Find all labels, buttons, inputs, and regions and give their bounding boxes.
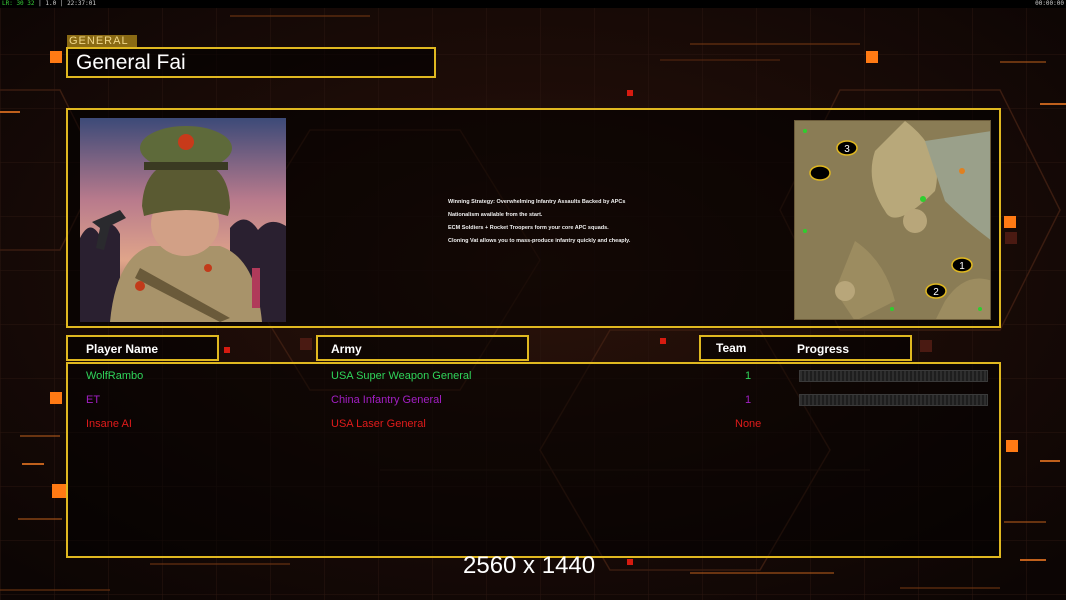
player-army: China Infantry General: [331, 394, 442, 406]
game-timer: 00:00:00: [1035, 0, 1064, 7]
player-team: 1: [745, 394, 752, 406]
player-row[interactable]: Insane AI USA Laser General None: [68, 415, 999, 435]
general-portrait: [80, 118, 286, 322]
strategy-line: Nationalism available from the start.: [448, 212, 543, 218]
strategy-line: Cloning Vat allows you to mass-produce i…: [448, 238, 631, 244]
resolution-label: 2560 x 1440: [463, 552, 596, 579]
clock-readout: 22:37:01: [67, 0, 96, 7]
player-name-header: Player Name: [66, 335, 219, 361]
player-team: 1: [745, 370, 752, 382]
player-name: Insane AI: [86, 418, 132, 430]
general-label: GENERAL: [67, 35, 137, 47]
player-row[interactable]: WolfRambo USA Super Weapon General 1: [68, 367, 999, 387]
team-progress-header: Team Progress: [699, 335, 912, 361]
top-status-bar: LR: 30 32 | 1.0 | 22:37:01 00:00:00: [0, 0, 1066, 8]
player-army: USA Super Weapon General: [331, 370, 472, 382]
progress-header-label: Progress: [797, 342, 850, 356]
strategy-line: Winning Strategy: Overwhelming Infantry …: [448, 199, 626, 205]
player-name: ET: [86, 394, 101, 406]
latency-readout: LR: 30 32: [2, 0, 35, 7]
general-info-panel: Winning Strategy: Overwhelming Infantry …: [66, 108, 1001, 328]
general-name: General Fai: [76, 51, 186, 74]
general-title-box: General Fai: [66, 47, 436, 78]
load-progress-bar: [799, 370, 988, 382]
player-team: None: [735, 418, 762, 430]
player-army: USA Laser General: [331, 418, 426, 430]
minimap-start-1[interactable]: 1: [959, 261, 965, 272]
player-list-panel: WolfRambo USA Super Weapon General 1 ET …: [66, 362, 1001, 558]
strategy-text: Winning Strategy: Overwhelming Infantry …: [448, 196, 630, 248]
fps-readout: | 1.0 |: [38, 0, 64, 7]
player-name: WolfRambo: [86, 370, 144, 382]
army-header-label: Army: [331, 342, 362, 356]
minimap[interactable]: 3 1 2: [794, 120, 991, 320]
status-left: LR: 30 32 | 1.0 | 22:37:01: [2, 0, 96, 8]
player-name-header-label: Player Name: [86, 342, 159, 356]
minimap-start-empty[interactable]: [809, 165, 831, 181]
team-header-label: Team: [716, 341, 747, 355]
minimap-start-2[interactable]: 2: [933, 287, 939, 298]
army-header: Army: [316, 335, 529, 361]
player-row[interactable]: ET China Infantry General 1: [68, 391, 999, 411]
strategy-line: ECM Soldiers + Rocket Troopers form your…: [448, 225, 609, 231]
minimap-start-3[interactable]: 3: [844, 144, 850, 155]
load-progress-bar: [799, 394, 988, 406]
